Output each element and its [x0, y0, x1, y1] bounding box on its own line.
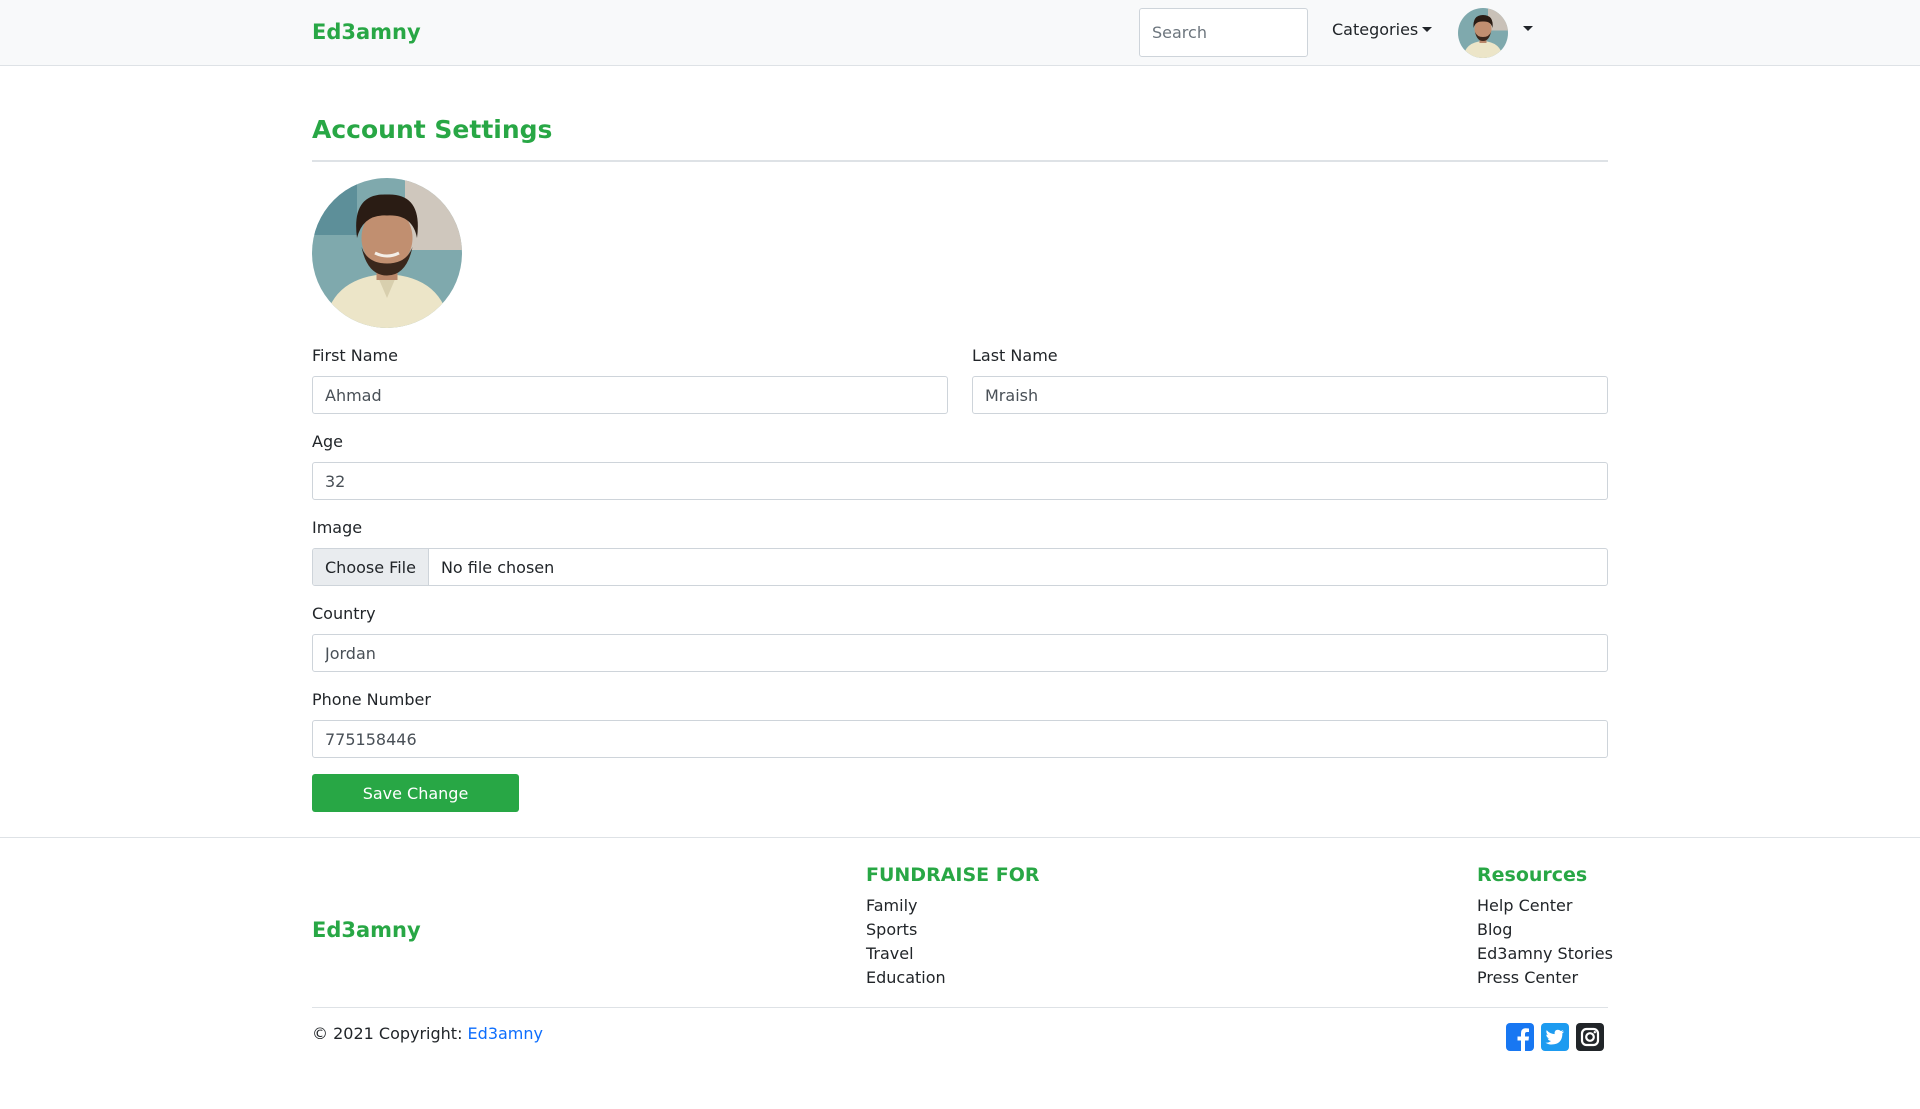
age-label: Age	[312, 432, 343, 451]
last-name-label: Last Name	[972, 346, 1058, 365]
fundraise-link-sports[interactable]: Sports	[866, 918, 946, 942]
last-name-field[interactable]	[972, 376, 1608, 414]
footer-divider	[0, 837, 1920, 838]
categories-label: Categories	[1332, 20, 1419, 39]
fundraise-heading: FUNDRAISE FOR	[866, 864, 1040, 886]
caret-down-icon	[1422, 27, 1433, 32]
age-field[interactable]	[312, 462, 1608, 500]
twitter-icon[interactable]	[1541, 1023, 1569, 1051]
first-name-field[interactable]	[312, 376, 948, 414]
page-title: Account Settings	[312, 115, 553, 144]
file-status: No file chosen	[440, 557, 555, 577]
instagram-icon[interactable]	[1576, 1023, 1604, 1051]
resources-heading: Resources	[1477, 864, 1588, 886]
copyright-link[interactable]: Ed3amny	[468, 1024, 543, 1043]
profile-menu-caret-icon[interactable]	[1523, 26, 1533, 31]
resources-link-stories[interactable]: Ed3amny Stories	[1477, 942, 1613, 966]
resources-link-help-center[interactable]: Help Center	[1477, 894, 1613, 918]
image-file-input[interactable]: Choose File No file chosen	[312, 548, 1608, 586]
phone-number-field[interactable]	[312, 720, 1608, 758]
navbar: Ed3amny Categories	[0, 0, 1920, 66]
title-divider	[312, 160, 1608, 162]
categories-dropdown[interactable]: Categories	[1332, 20, 1433, 39]
save-change-button[interactable]: Save Change	[312, 774, 519, 812]
resources-link-blog[interactable]: Blog	[1477, 918, 1613, 942]
footer-bottom-divider	[312, 1007, 1608, 1008]
country-field[interactable]	[312, 634, 1608, 672]
search-input[interactable]	[1139, 8, 1308, 57]
resources-list: Help Center Blog Ed3amny Stories Press C…	[1477, 894, 1613, 990]
copyright: © 2021 Copyright: Ed3amny	[312, 1024, 543, 1043]
choose-file-button[interactable]: Choose File	[313, 549, 429, 585]
first-name-label: First Name	[312, 346, 398, 365]
profile-avatar	[312, 178, 462, 328]
country-label: Country	[312, 604, 376, 623]
user-avatar[interactable]	[1458, 8, 1508, 58]
image-label: Image	[312, 518, 363, 537]
fundraise-link-education[interactable]: Education	[866, 966, 946, 990]
copyright-text: © 2021 Copyright:	[312, 1024, 468, 1043]
fundraise-list: Family Sports Travel Education	[866, 894, 946, 990]
resources-link-press-center[interactable]: Press Center	[1477, 966, 1613, 990]
fundraise-link-family[interactable]: Family	[866, 894, 946, 918]
user-photo-icon	[1458, 8, 1508, 58]
facebook-icon[interactable]	[1506, 1023, 1534, 1051]
footer-brand: Ed3amny	[312, 918, 421, 942]
profile-photo-icon	[312, 178, 462, 328]
brand-logo[interactable]: Ed3amny	[312, 20, 421, 44]
fundraise-link-travel[interactable]: Travel	[866, 942, 946, 966]
phone-number-label: Phone Number	[312, 690, 431, 709]
